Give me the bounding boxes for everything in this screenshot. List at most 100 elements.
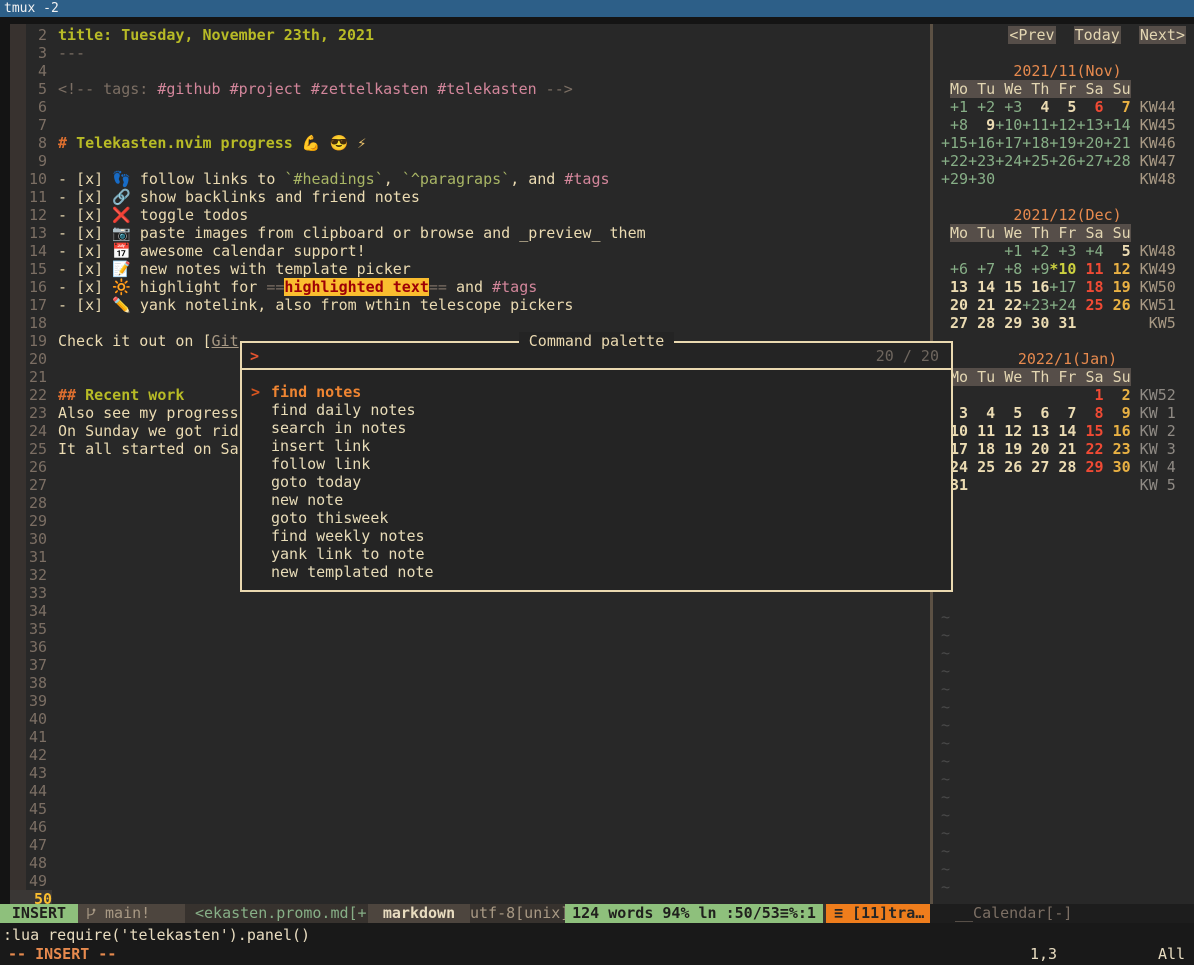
palette-item[interactable]: follow link [242,455,951,473]
calendar-day[interactable]: 1 [1076,386,1103,404]
calendar-day[interactable]: 23 [1104,440,1131,458]
calendar-day[interactable]: +14 [1104,116,1131,134]
editor-line[interactable]: 46 [0,818,930,836]
calendar-day[interactable]: +17 [995,134,1022,152]
calendar-day[interactable]: 15 [995,278,1022,296]
editor-line[interactable]: 9 [0,152,930,170]
calendar-day[interactable]: +30 [968,170,995,188]
calendar-day[interactable]: 5 [995,404,1022,422]
calendar-day[interactable]: +24 [995,152,1022,170]
calendar-day[interactable]: +10 [995,116,1022,134]
calendar-day[interactable]: 16 [1104,422,1131,440]
calendar-day[interactable]: +8 [995,260,1022,278]
calendar-day[interactable]: 14 [1049,422,1076,440]
calendar-day[interactable]: +29 [941,170,968,188]
calendar-day[interactable]: 29 [995,314,1022,332]
calendar-day[interactable]: 26 [995,458,1022,476]
editor-line[interactable]: 3--- [0,44,930,62]
calendar-nav-today[interactable]: Today [1074,26,1121,44]
calendar-day[interactable]: 30 [1104,458,1131,476]
calendar-day[interactable]: 29 [1076,458,1103,476]
editor-line[interactable]: 15- [x] 📝 new notes with template picker [0,260,930,278]
calendar-day[interactable]: 4 [1022,98,1049,116]
calendar-day[interactable]: +2 [1022,242,1049,260]
editor-line[interactable]: 12- [x] ❌ toggle todos [0,206,930,224]
calendar-day[interactable]: +1 [995,242,1022,260]
editor-line[interactable]: 37 [0,656,930,674]
calendar-day[interactable]: 18 [968,440,995,458]
calendar-day[interactable]: +3 [995,98,1022,116]
editor-line[interactable]: 2title: Tuesday, November 23th, 2021 [0,26,930,44]
calendar-day[interactable]: 27 [941,314,968,332]
editor-line[interactable]: 39 [0,692,930,710]
calendar-day[interactable]: +8 [941,116,968,134]
command-palette[interactable]: Command palette > 20 / 20 >find notesfin… [240,341,953,592]
editor-line[interactable]: 36 [0,638,930,656]
calendar-day[interactable]: 16 [1022,278,1049,296]
calendar-day[interactable]: 2 [1104,386,1131,404]
calendar-day[interactable]: +2 [968,98,995,116]
editor-line[interactable]: 42 [0,746,930,764]
calendar-day[interactable]: 21 [1049,440,1076,458]
editor-line[interactable]: 43 [0,764,930,782]
editor-line[interactable]: 49 [0,872,930,890]
calendar-nav-prev[interactable]: <Prev [1008,26,1055,44]
editor-line[interactable]: 48 [0,854,930,872]
calendar-day[interactable]: 30 [1022,314,1049,332]
calendar-day[interactable]: 9 [1104,404,1131,422]
calendar-day[interactable]: +16 [968,134,995,152]
calendar-nav-next[interactable]: Next> [1139,26,1186,44]
calendar-day[interactable]: +20 [1076,134,1103,152]
calendar-day[interactable]: 11 [968,422,995,440]
calendar-day[interactable]: +23 [968,152,995,170]
command-line[interactable]: :lua require('telekasten').panel() [3,926,310,944]
calendar-day[interactable]: 5 [1104,242,1131,260]
palette-item[interactable]: find weekly notes [242,527,951,545]
calendar-day[interactable]: +24 [1049,296,1076,314]
calendar-day[interactable]: 21 [968,296,995,314]
editor-line[interactable]: 17- [x] ✏️ yank notelink, also from wthi… [0,296,930,314]
calendar-day[interactable]: 22 [1076,440,1103,458]
calendar-day[interactable]: +17 [1049,278,1076,296]
calendar-day[interactable]: 7 [1049,404,1076,422]
calendar-day[interactable]: 8 [1076,404,1103,422]
calendar-day[interactable]: +18 [1022,134,1049,152]
calendar-day[interactable]: +12 [1049,116,1076,134]
calendar-day[interactable]: 12 [995,422,1022,440]
editor-line[interactable]: 40 [0,710,930,728]
palette-item[interactable]: new templated note [242,563,951,581]
palette-item[interactable]: yank link to note [242,545,951,563]
calendar-day[interactable]: +15 [941,134,968,152]
editor-line[interactable]: 47 [0,836,930,854]
calendar-day[interactable]: 27 [1022,458,1049,476]
calendar-day[interactable]: +1 [941,98,968,116]
calendar-day[interactable]: *10 [1049,260,1076,278]
editor-line[interactable]: 34 [0,602,930,620]
command-area[interactable]: :lua require('telekasten').panel() -- IN… [0,923,1194,965]
calendar-day[interactable]: 7 [1104,98,1131,116]
calendar-day[interactable]: +19 [1049,134,1076,152]
calendar-day[interactable]: 26 [1104,296,1131,314]
editor-line[interactable]: 5<!-- tags: #github #project #zettelkast… [0,80,930,98]
calendar-day[interactable]: 28 [968,314,995,332]
editor-line[interactable]: 4 [0,62,930,80]
palette-item[interactable]: >find notes [242,383,951,401]
calendar-day[interactable]: +4 [1076,242,1103,260]
calendar-day[interactable]: +27 [1076,152,1103,170]
palette-item[interactable]: insert link [242,437,951,455]
calendar-day[interactable]: 31 [1049,314,1076,332]
calendar-day[interactable]: +22 [941,152,968,170]
editor-line[interactable]: 16- [x] 🔆 highlight for ==highlighted te… [0,278,930,296]
calendar-day[interactable]: +3 [1049,242,1076,260]
editor-line[interactable]: 6 [0,98,930,116]
calendar-day[interactable]: 15 [1076,422,1103,440]
editor-line[interactable]: 14- [x] 📅 awesome calendar support! [0,242,930,260]
calendar-day[interactable]: +28 [1104,152,1131,170]
calendar-day[interactable]: +11 [1022,116,1049,134]
editor-line[interactable]: 7 [0,116,930,134]
editor-line[interactable]: 18 [0,314,930,332]
editor-line[interactable]: 8# Telekasten.nvim progress 💪 😎 ⚡ [0,134,930,152]
calendar-day[interactable]: +9 [1022,260,1049,278]
palette-prompt-row[interactable]: > 20 / 20 [242,343,951,370]
calendar-day[interactable]: 12 [1104,260,1131,278]
